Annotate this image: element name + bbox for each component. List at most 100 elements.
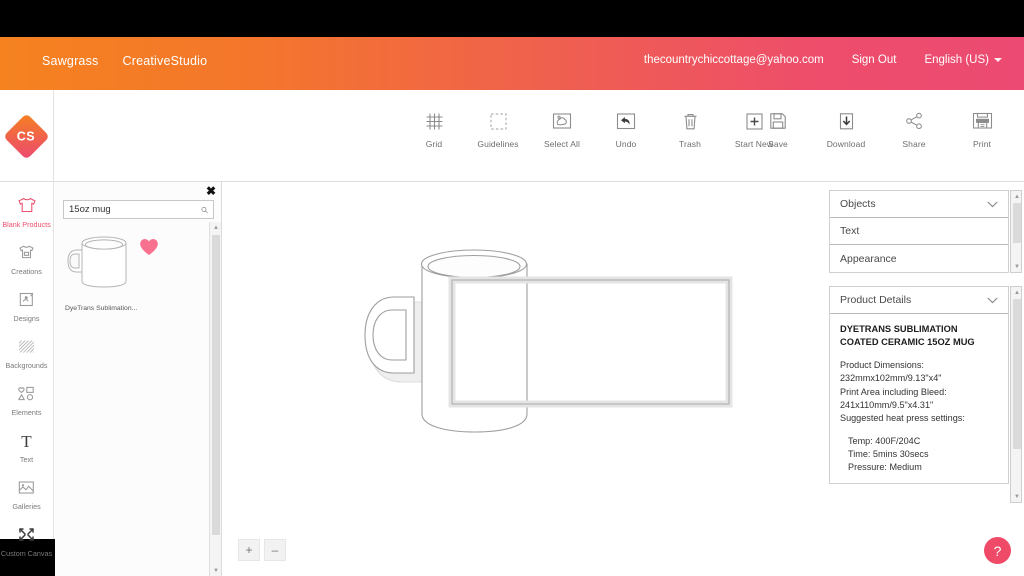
sidebar-item-label: Backgrounds — [5, 361, 48, 370]
accordion-label: Appearance — [840, 252, 897, 265]
dimensions-value: 232mmx102mm/9.13"x4" — [840, 373, 942, 384]
heat-press-pressure: Pressure: Medium — [848, 462, 922, 473]
scroll-up-icon[interactable]: ▲ — [1011, 287, 1023, 298]
toolbar-right-group: Save Download Share Print — [756, 110, 1004, 149]
dimensions-label: Product Dimensions: — [840, 359, 924, 370]
scroll-down-icon[interactable]: ▼ — [1011, 491, 1023, 502]
toolbar-center-group: Grid Guidelines Select All Undo Trash St… — [412, 110, 776, 149]
product-result-card[interactable]: DyeTrans Sublimation... — [65, 230, 158, 312]
brand-sawgrass[interactable]: Sawgrass — [42, 54, 98, 68]
chevron-down-icon — [987, 201, 998, 207]
tool-select-all[interactable]: Select All — [540, 110, 584, 149]
tool-share[interactable]: Share — [892, 110, 936, 149]
print-area-value: 241x110mm/9.5"x4.31" — [840, 400, 934, 411]
sidebar-item-label: Custom Canvas — [0, 549, 53, 558]
backgrounds-icon — [17, 336, 36, 357]
favorite-heart-icon[interactable] — [139, 238, 159, 256]
print-icon — [972, 110, 993, 132]
product-title-line2: COATED CERAMIC 15OZ MUG — [840, 337, 975, 348]
share-icon — [905, 110, 924, 132]
tool-trash-label: Trash — [679, 139, 701, 149]
sidebar-item-designs[interactable]: Designs — [0, 289, 54, 323]
brand-creativestudio[interactable]: CreativeStudio — [122, 54, 207, 68]
tool-print[interactable]: Print — [960, 110, 1004, 149]
accordion-label: Text — [840, 225, 860, 237]
product-search-panel: ✖ DyeTrans Sublimation... — [55, 182, 222, 576]
tool-save[interactable]: Save — [756, 110, 800, 149]
sidebar-item-custom-canvas[interactable]: Custom Canvas — [0, 524, 54, 558]
scroll-up-icon[interactable]: ▲ — [1011, 191, 1023, 202]
sidebar-item-galleries[interactable]: Galleries — [0, 477, 54, 511]
top-header-bar: Sawgrass CreativeStudio thecountrychicco… — [0, 37, 1024, 90]
scroll-thumb[interactable] — [1013, 299, 1021, 449]
tshirt-icon — [17, 195, 36, 216]
tool-share-label: Share — [902, 139, 926, 149]
product-search-row[interactable] — [63, 200, 214, 219]
header-account-area: thecountrychiccottage@yahoo.com Sign Out… — [644, 54, 1002, 66]
creative-studio-app: Sawgrass CreativeStudio thecountrychicco… — [0, 37, 1024, 576]
language-label: English (US) — [924, 54, 989, 66]
print-area-label: Print Area including Bleed: — [840, 386, 947, 397]
tool-undo[interactable]: Undo — [604, 110, 648, 149]
grid-icon — [425, 110, 444, 132]
tool-save-label: Save — [768, 139, 788, 149]
object-properties-accordion: Objects Text Appearance — [829, 190, 1009, 273]
accordion-row-objects[interactable]: Objects — [830, 191, 1008, 218]
chevron-down-icon — [994, 58, 1002, 62]
download-icon — [838, 110, 855, 132]
text-icon: T — [17, 430, 36, 451]
scroll-down-icon[interactable]: ▼ — [1011, 261, 1023, 272]
scroll-thumb[interactable] — [212, 235, 220, 535]
tool-guidelines-label: Guidelines — [477, 139, 519, 149]
save-icon — [769, 110, 787, 132]
product-panel-scrollbar[interactable]: ▲ ▼ — [209, 222, 221, 576]
search-input[interactable] — [69, 204, 201, 215]
designs-icon — [18, 289, 36, 310]
sign-out-link[interactable]: Sign Out — [852, 54, 897, 66]
tool-trash[interactable]: Trash — [668, 110, 712, 149]
cs-diamond-icon: CS — [3, 112, 50, 160]
sidebar-item-elements[interactable]: Elements — [0, 383, 54, 417]
accordion-scrollbar[interactable]: ▲ ▼ — [1010, 190, 1022, 273]
close-icon[interactable]: ✖ — [206, 185, 216, 197]
tool-download[interactable]: Download — [824, 110, 868, 149]
sidebar-item-label: Text — [19, 455, 34, 464]
sidebar-item-backgrounds[interactable]: Backgrounds — [0, 336, 54, 370]
creations-icon — [17, 242, 36, 263]
app-logo[interactable]: CS — [0, 90, 54, 182]
undo-icon — [616, 110, 636, 132]
sidebar-item-creations[interactable]: Creations — [0, 242, 54, 276]
left-sidebar-rail: Blank Products Creations Designs Backgro… — [0, 182, 54, 558]
tool-download-label: Download — [826, 139, 866, 149]
zoom-in-button[interactable]: + — [238, 539, 260, 561]
sidebar-item-blank-products[interactable]: Blank Products — [0, 195, 54, 229]
galleries-icon — [17, 477, 36, 498]
tool-grid-label: Grid — [425, 139, 443, 149]
sidebar-item-label: Designs — [13, 314, 40, 323]
design-canvas[interactable]: + – — [222, 182, 825, 576]
language-selector[interactable]: English (US) — [924, 54, 1002, 66]
search-icon[interactable] — [201, 204, 208, 216]
heat-press-time: Time: 5mins 30secs — [848, 449, 929, 460]
sidebar-item-label: Elements — [11, 408, 42, 417]
sidebar-item-label: Creations — [11, 267, 42, 276]
product-title-line1: DYETRANS SUBLIMATION — [840, 324, 958, 334]
scroll-down-icon[interactable]: ▼ — [210, 565, 222, 576]
tool-guidelines[interactable]: Guidelines — [476, 110, 520, 149]
accordion-row-appearance[interactable]: Appearance — [830, 245, 1008, 272]
zoom-controls: + – — [238, 539, 286, 561]
help-button[interactable]: ? — [984, 537, 1011, 564]
accordion-row-product-details[interactable]: Product Details — [830, 287, 1008, 314]
scroll-up-icon[interactable]: ▲ — [210, 222, 222, 233]
sidebar-item-text[interactable]: T Text — [0, 430, 54, 465]
sidebar-item-label: Blank Products — [2, 220, 51, 229]
product-details-scrollbar[interactable]: ▲ ▼ — [1010, 286, 1022, 503]
account-email[interactable]: thecountrychiccottage@yahoo.com — [644, 54, 824, 66]
accordion-row-text[interactable]: Text — [830, 218, 1008, 245]
scroll-thumb[interactable] — [1013, 203, 1021, 243]
right-properties-panel: Objects Text Appearance ▲ ▼ Product Deta… — [825, 182, 1024, 576]
tool-grid[interactable]: Grid — [412, 110, 456, 149]
zoom-out-button[interactable]: – — [264, 539, 286, 561]
tool-select-all-label: Select All — [544, 139, 580, 149]
sidebar-item-label: Galleries — [12, 502, 41, 511]
